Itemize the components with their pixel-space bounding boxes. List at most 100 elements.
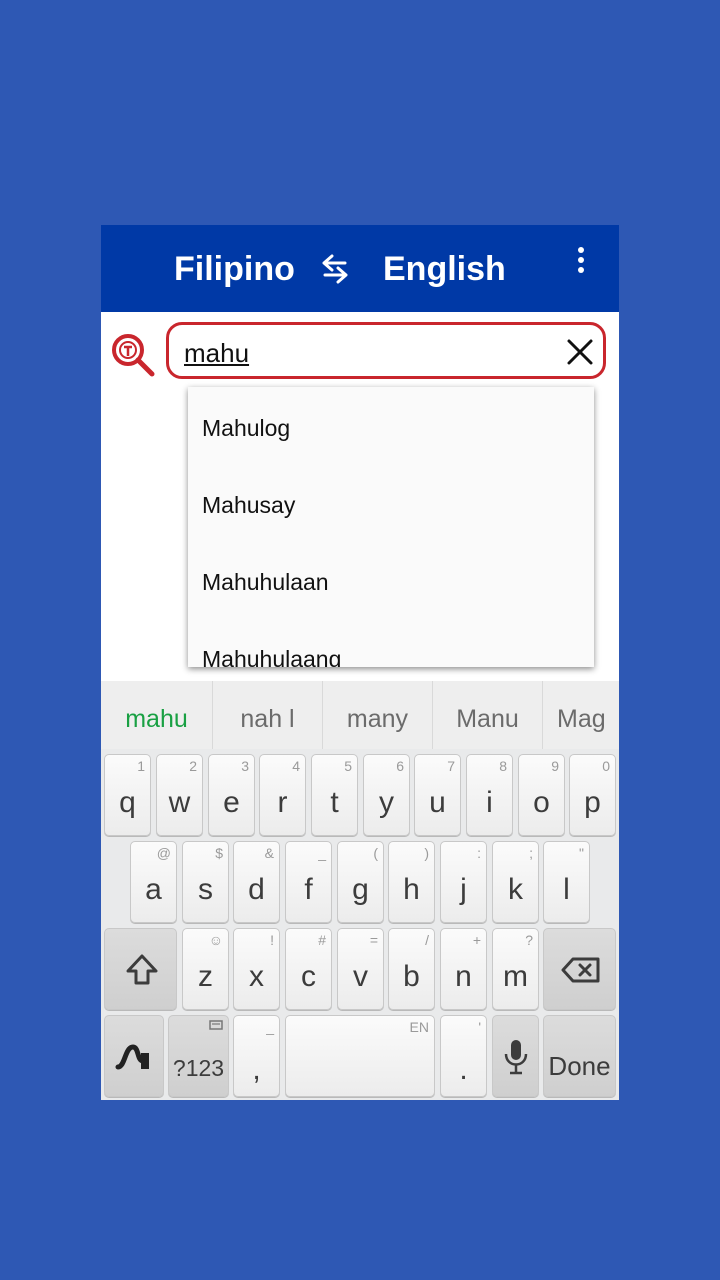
period-key[interactable]: '. — [440, 1015, 487, 1097]
key-u[interactable]: 7u — [414, 754, 461, 836]
suggestion-item[interactable]: Mahusay — [202, 490, 295, 520]
key-hint: 2 — [189, 758, 197, 774]
key-hint: 0 — [602, 758, 610, 774]
key-hint: ? — [525, 932, 533, 948]
candidate-word[interactable]: nah l — [213, 681, 323, 749]
key-hint: 1 — [137, 758, 145, 774]
key-q[interactable]: 1q — [104, 754, 151, 836]
key-o[interactable]: 9o — [518, 754, 565, 836]
swype-key[interactable] — [104, 1015, 164, 1097]
microphone-icon — [504, 1040, 528, 1075]
key-hint: ( — [373, 845, 378, 861]
key-label: a — [145, 873, 162, 906]
key-label: . — [459, 1053, 468, 1086]
key-hint: & — [264, 845, 274, 861]
symbols-key[interactable]: ?123 — [168, 1015, 229, 1097]
key-d[interactable]: & d — [233, 841, 280, 923]
key-hint: + — [472, 932, 481, 948]
suggestion-item[interactable]: Mahuhulaan — [202, 567, 329, 597]
key-label: u — [429, 786, 446, 819]
key-j[interactable]: :j — [440, 841, 487, 923]
candidate-word[interactable]: many — [323, 681, 433, 749]
key-hint: : — [477, 845, 481, 861]
search-input[interactable]: mahu — [166, 322, 606, 379]
candidate-word[interactable]: Manu — [433, 681, 543, 749]
key-v[interactable]: = v — [337, 928, 384, 1010]
source-language-button[interactable]: Filipino — [174, 247, 295, 291]
target-language-button[interactable]: English — [383, 247, 506, 291]
key-s[interactable]: $ s — [182, 841, 229, 923]
key-label: h — [403, 873, 420, 906]
key-z[interactable]: ☺ z — [182, 928, 229, 1010]
key-i[interactable]: 8i — [466, 754, 513, 836]
key-hint: ☺ — [208, 932, 223, 948]
key-g[interactable]: (g — [337, 841, 384, 923]
key-label: n — [455, 960, 472, 993]
key-b[interactable]: / b — [388, 928, 435, 1010]
key-x[interactable]: ! x — [233, 928, 280, 1010]
suggestion-item[interactable]: Mahuhulaang — [202, 644, 341, 667]
app-bar: Filipino English — [101, 225, 619, 312]
key-hint: 9 — [551, 758, 559, 774]
key-m[interactable]: ? m — [492, 928, 539, 1010]
shift-icon — [126, 954, 158, 985]
swap-arrows-icon[interactable] — [320, 253, 350, 285]
backspace-key[interactable] — [543, 928, 616, 1010]
suggestion-dropdown: Mahulog Mahusay Mahuhulaan Mahuhulaang — [188, 387, 594, 667]
key-hint: " — [579, 845, 584, 861]
shift-key[interactable] — [104, 928, 177, 1010]
key-hint: 3 — [241, 758, 249, 774]
key-e[interactable]: 3e — [208, 754, 255, 836]
candidate-bar: mahu nah l many Manu Mag — [101, 681, 619, 749]
key-p[interactable]: 0p — [569, 754, 616, 836]
key-hint: ; — [529, 845, 533, 861]
key-label: f — [304, 873, 313, 906]
space-key[interactable]: EN — [285, 1015, 435, 1097]
key-label: g — [352, 873, 369, 906]
key-hint: 8 — [499, 758, 507, 774]
translate-search-icon[interactable] — [110, 332, 156, 378]
microphone-key[interactable] — [492, 1015, 539, 1097]
key-label: q — [119, 786, 136, 819]
key-hint: _ — [318, 845, 326, 861]
key-hint: 5 — [344, 758, 352, 774]
key-hint: $ — [215, 845, 223, 861]
key-hint: ' — [478, 1019, 481, 1035]
key-label: , — [252, 1053, 261, 1086]
key-hint: # — [318, 932, 326, 948]
key-hint: 7 — [447, 758, 455, 774]
key-label: m — [503, 960, 528, 993]
candidate-word[interactable]: mahu — [101, 681, 213, 749]
comma-key[interactable]: _, — [233, 1015, 280, 1097]
key-t[interactable]: 5t — [311, 754, 358, 836]
key-label: k — [508, 873, 523, 906]
keyboard-layout-icon — [209, 1020, 223, 1030]
key-hint: / — [425, 932, 429, 948]
key-label: t — [330, 786, 339, 819]
key-y[interactable]: 6y — [363, 754, 410, 836]
space-key-hint: EN — [409, 1019, 429, 1035]
key-r[interactable]: 4r — [259, 754, 306, 836]
candidate-word[interactable]: Mag — [543, 681, 619, 749]
key-a[interactable]: @ a — [130, 841, 177, 923]
key-w[interactable]: 2w — [156, 754, 203, 836]
key-c[interactable]: # c — [285, 928, 332, 1010]
key-label: d — [248, 873, 265, 906]
key-hint: ) — [424, 845, 429, 861]
key-n[interactable]: + n — [440, 928, 487, 1010]
key-label: c — [301, 960, 316, 993]
more-vert-icon[interactable] — [571, 247, 591, 277]
close-icon[interactable] — [565, 337, 595, 367]
key-label: e — [223, 786, 240, 819]
key-k[interactable]: ; k — [492, 841, 539, 923]
done-key-label: Done — [548, 1051, 611, 1081]
key-label: s — [198, 873, 213, 906]
key-label: z — [198, 960, 213, 993]
backspace-icon — [561, 957, 600, 983]
search-row: mahu — [101, 312, 619, 382]
key-f[interactable]: _ f — [285, 841, 332, 923]
key-h[interactable]: ) h — [388, 841, 435, 923]
suggestion-item[interactable]: Mahulog — [202, 413, 290, 443]
key-l[interactable]: " l — [543, 841, 590, 923]
done-key[interactable]: Done — [543, 1015, 616, 1097]
